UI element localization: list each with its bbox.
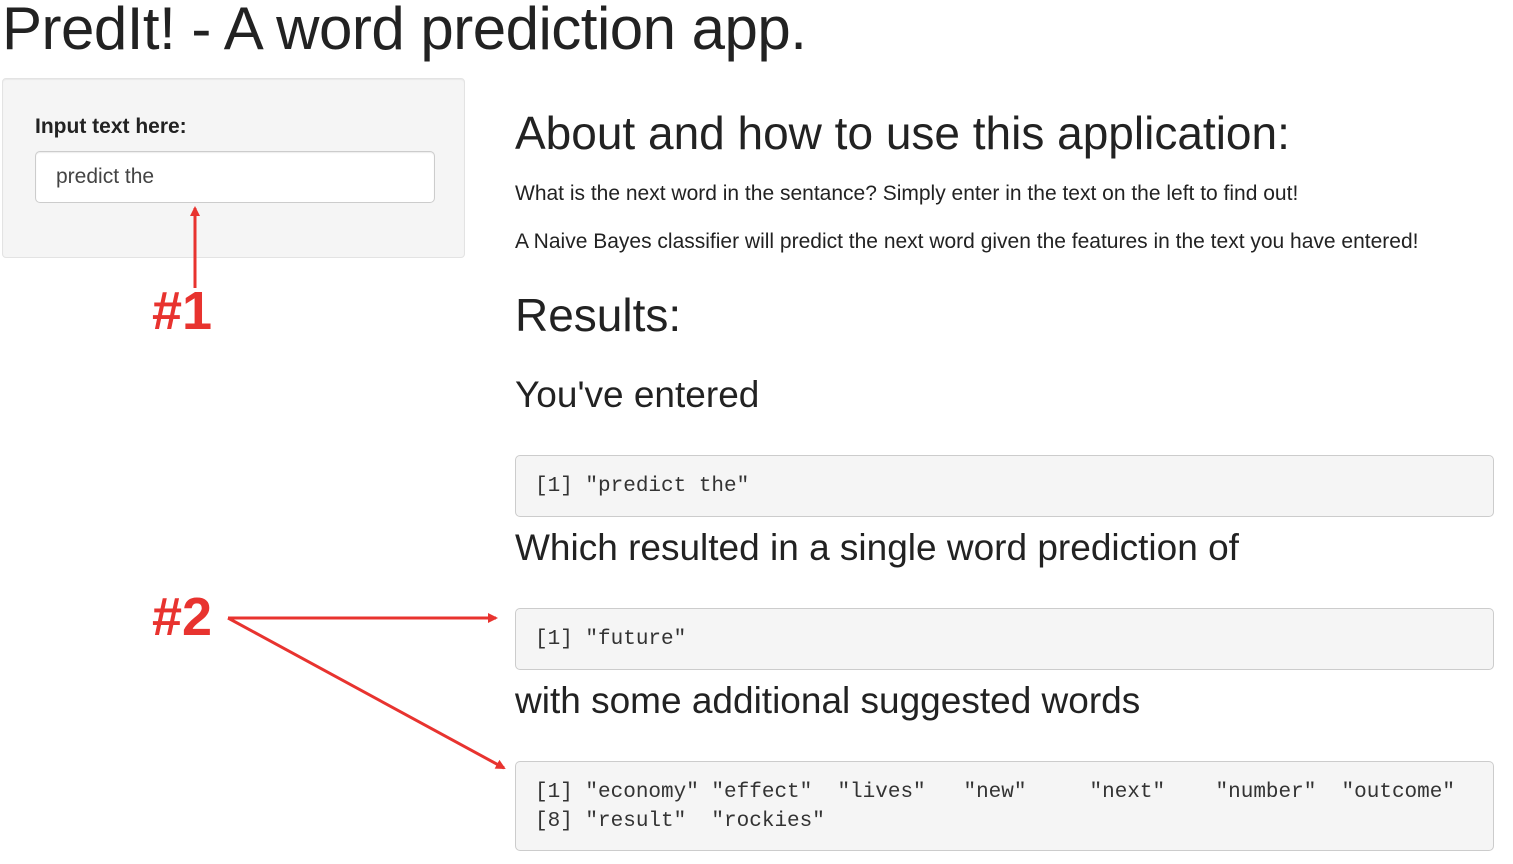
about-paragraph-2: A Naive Bayes classifier will predict th…: [515, 230, 1419, 253]
additional-words-heading: with some additional suggested words: [515, 680, 1141, 721]
single-prediction-output: [1] "future": [515, 608, 1494, 670]
about-paragraph-1: What is the next word in the sentance? S…: [515, 182, 1299, 205]
annotation-label-2: #2: [152, 587, 213, 647]
entered-output: [1] "predict the": [515, 455, 1494, 517]
entered-heading: You've entered: [515, 374, 760, 415]
input-label: Input text here:: [35, 115, 187, 138]
about-heading: About and how to use this application:: [515, 107, 1290, 159]
single-prediction-heading: Which resulted in a single word predicti…: [515, 527, 1239, 568]
text-input[interactable]: [35, 151, 435, 203]
app-title: PredIt! - A word prediction app.: [2, 0, 807, 62]
arrow-2b: [227, 616, 506, 770]
results-heading: Results:: [515, 289, 682, 341]
additional-words-output: [1] "economy" "effect" "lives" "new" "ne…: [515, 761, 1494, 851]
sidebar-panel: Input text here:: [2, 78, 465, 258]
annotation-label-1: #1: [152, 281, 213, 341]
